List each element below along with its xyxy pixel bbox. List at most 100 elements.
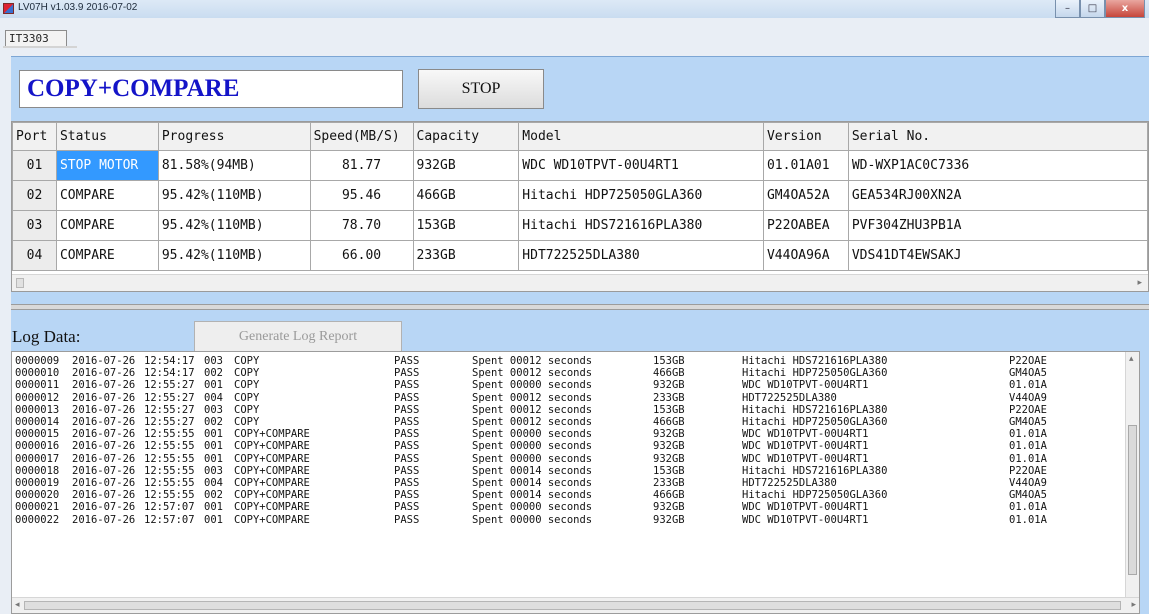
log-id: 0000018	[15, 464, 60, 477]
log-entry[interactable]: 0000010 2016-07-26 12:54:17 002 COPY PASS Spen…	[12, 367, 1124, 379]
device-tab[interactable]: IT3303	[5, 30, 67, 47]
log-model: Hitachi HDP725050GLA360	[742, 367, 888, 380]
log-port: 002	[204, 367, 223, 380]
column-header-port[interactable]: Port	[12, 122, 57, 151]
log-id: 0000012	[15, 391, 60, 404]
log-entry[interactable]: 0000013 2016-07-26 12:55:27 003 COPY PASS Spen…	[12, 404, 1124, 416]
log-ver: GM4OA5	[1009, 367, 1047, 380]
log-spent: Spent 00014 seconds	[472, 464, 593, 477]
maximize-button[interactable]: □	[1080, 0, 1105, 18]
serial-cell: GEA534RJ00XN2A	[847, 180, 1149, 211]
status-cell[interactable]: COMPARE	[55, 240, 159, 271]
log-time: 12:55:27	[144, 416, 195, 428]
log-entry[interactable]: 0000012 2016-07-26 12:55:27 004 COPY PASS Spen…	[12, 392, 1124, 404]
log-horizontal-scrollbar[interactable]: ◂ ▸	[12, 597, 1139, 613]
status-cell[interactable]: COMPARE	[55, 180, 159, 211]
log-spent: Spent 00000 seconds	[472, 513, 593, 526]
scroll-thumb[interactable]	[1128, 425, 1137, 575]
log-date: 2016-07-26	[72, 367, 136, 380]
log-model: WDC WD10TPVT-00U4RT1	[742, 452, 869, 465]
grid-horizontal-scrollbar[interactable]: ▸	[12, 274, 1148, 291]
log-entry[interactable]: 0000015 2016-07-26 12:55:55 001 COPY+COMPARE…	[12, 428, 1124, 440]
log-spent: Spent 00000 seconds	[472, 452, 593, 465]
log-id: 0000013	[15, 403, 60, 416]
log-entry[interactable]: 0000016 2016-07-26 12:55:55 001 COPY+COMPARE…	[12, 440, 1124, 452]
log-port: 003	[204, 464, 223, 477]
log-port: 004	[204, 477, 223, 489]
log-cap: 466GB	[653, 367, 685, 380]
progress-cell: 95.42%(110MB)	[157, 180, 311, 211]
log-spent: Spent 00012 seconds	[472, 355, 593, 367]
column-header-capacity[interactable]: Capacity	[412, 122, 520, 151]
scroll-thumb[interactable]	[24, 601, 1121, 610]
log-date: 2016-07-26	[72, 379, 136, 392]
table-row[interactable]: 02 COMPARE 95.42%(110MB) 95.46 466GB Hit…	[12, 180, 1149, 211]
scroll-right-icon[interactable]: ▸	[1131, 600, 1136, 610]
log-time: 12:55:55	[144, 477, 195, 489]
log-id: 0000010	[15, 367, 60, 380]
log-cap: 233GB	[653, 391, 685, 404]
log-entry[interactable]: 0000009 2016-07-26 12:54:17 003 COPY PASS Spen…	[12, 355, 1124, 367]
log-result: PASS	[394, 428, 420, 441]
log-result: PASS	[394, 440, 420, 453]
log-entry[interactable]: 0000011 2016-07-26 12:55:27 001 COPY PASS Spen…	[12, 379, 1124, 391]
log-entry[interactable]: 0000019 2016-07-26 12:55:55 004 COPY+COMPARE…	[12, 477, 1124, 489]
log-cap: 153GB	[653, 355, 685, 367]
log-entry[interactable]: 0000018 2016-07-26 12:55:55 003 COPY+COMPARE…	[12, 465, 1124, 477]
log-op: COPY	[234, 391, 260, 404]
column-header-progress[interactable]: Progress	[157, 122, 311, 151]
log-cap: 932GB	[653, 440, 685, 453]
column-header-model[interactable]: Model	[518, 122, 764, 151]
grid-header-row: Port Status Progress Speed(MB/S) Capacit…	[12, 122, 1149, 151]
log-port: 002	[204, 489, 223, 502]
scroll-left-icon[interactable]: ◂	[15, 600, 20, 610]
log-date: 2016-07-26	[72, 391, 136, 404]
log-model: WDC WD10TPVT-00U4RT1	[742, 440, 869, 453]
log-entry[interactable]: 0000014 2016-07-26 12:55:27 002 COPY PASS Spen…	[12, 416, 1124, 428]
table-row[interactable]: 03 COMPARE 95.42%(110MB) 78.70 153GB Hit…	[12, 210, 1149, 241]
log-entry[interactable]: 0000021 2016-07-26 12:57:07 001 COPY+COMPARE…	[12, 501, 1124, 513]
log-port: 001	[204, 452, 223, 465]
minimize-button[interactable]: –	[1055, 0, 1080, 18]
log-time: 12:55:27	[144, 379, 195, 392]
log-entry[interactable]: 0000022 2016-07-26 12:57:07 001 COPY+COMPARE…	[12, 514, 1124, 526]
column-header-version[interactable]: Version	[762, 122, 849, 151]
stop-button[interactable]: STOP	[418, 69, 544, 109]
log-time: 12:55:27	[144, 391, 195, 404]
log-port: 001	[204, 428, 223, 441]
port-cell: 04	[12, 240, 57, 271]
status-cell[interactable]: COMPARE	[55, 210, 159, 241]
scroll-right-icon[interactable]: ▸	[1137, 278, 1142, 288]
log-entry[interactable]: 0000020 2016-07-26 12:55:55 002 COPY+COMPARE…	[12, 489, 1124, 501]
window-title: LV07H v1.03.9 2016-07-02	[18, 2, 138, 13]
log-port: 001	[204, 440, 223, 453]
log-vertical-scrollbar[interactable]: ▴	[1125, 352, 1139, 598]
table-row[interactable]: 01 STOP MOTOR 81.58%(94MB) 81.77 932GB W…	[12, 150, 1149, 181]
column-header-serial[interactable]: Serial No.	[847, 122, 1149, 151]
log-op: COPY+COMPARE	[234, 428, 310, 441]
progress-cell: 81.58%(94MB)	[157, 150, 311, 181]
log-entry[interactable]: 0000017 2016-07-26 12:55:55 001 COPY+COMPARE…	[12, 453, 1124, 465]
version-cell: 01.01A01	[762, 150, 849, 181]
column-header-speed[interactable]: Speed(MB/S)	[309, 122, 414, 151]
scroll-up-icon[interactable]: ▴	[1129, 354, 1134, 364]
log-cap: 153GB	[653, 464, 685, 477]
generate-log-report-button[interactable]: Generate Log Report	[194, 321, 402, 353]
log-time: 12:55:55	[144, 489, 195, 502]
log-list[interactable]: 0000009 2016-07-26 12:54:17 003 COPY PASS Spen…	[11, 351, 1140, 614]
status-cell[interactable]: STOP MOTOR	[55, 150, 159, 181]
column-header-status[interactable]: Status	[55, 122, 159, 151]
table-row[interactable]: 04 COMPARE 95.42%(110MB) 66.00 233GB HDT…	[12, 240, 1149, 271]
scroll-thumb[interactable]	[16, 278, 24, 288]
log-op: COPY	[234, 403, 260, 416]
capacity-cell: 153GB	[412, 210, 520, 241]
close-button[interactable]: x	[1105, 0, 1145, 18]
log-op: COPY+COMPARE	[234, 489, 310, 502]
log-op: COPY+COMPARE	[234, 477, 310, 489]
log-result: PASS	[394, 477, 420, 489]
log-result: PASS	[394, 355, 420, 367]
progress-cell: 95.42%(110MB)	[157, 210, 311, 241]
log-result: PASS	[394, 464, 420, 477]
log-port: 002	[204, 416, 223, 428]
serial-cell: VDS41DT4EWSAKJ	[847, 240, 1149, 271]
